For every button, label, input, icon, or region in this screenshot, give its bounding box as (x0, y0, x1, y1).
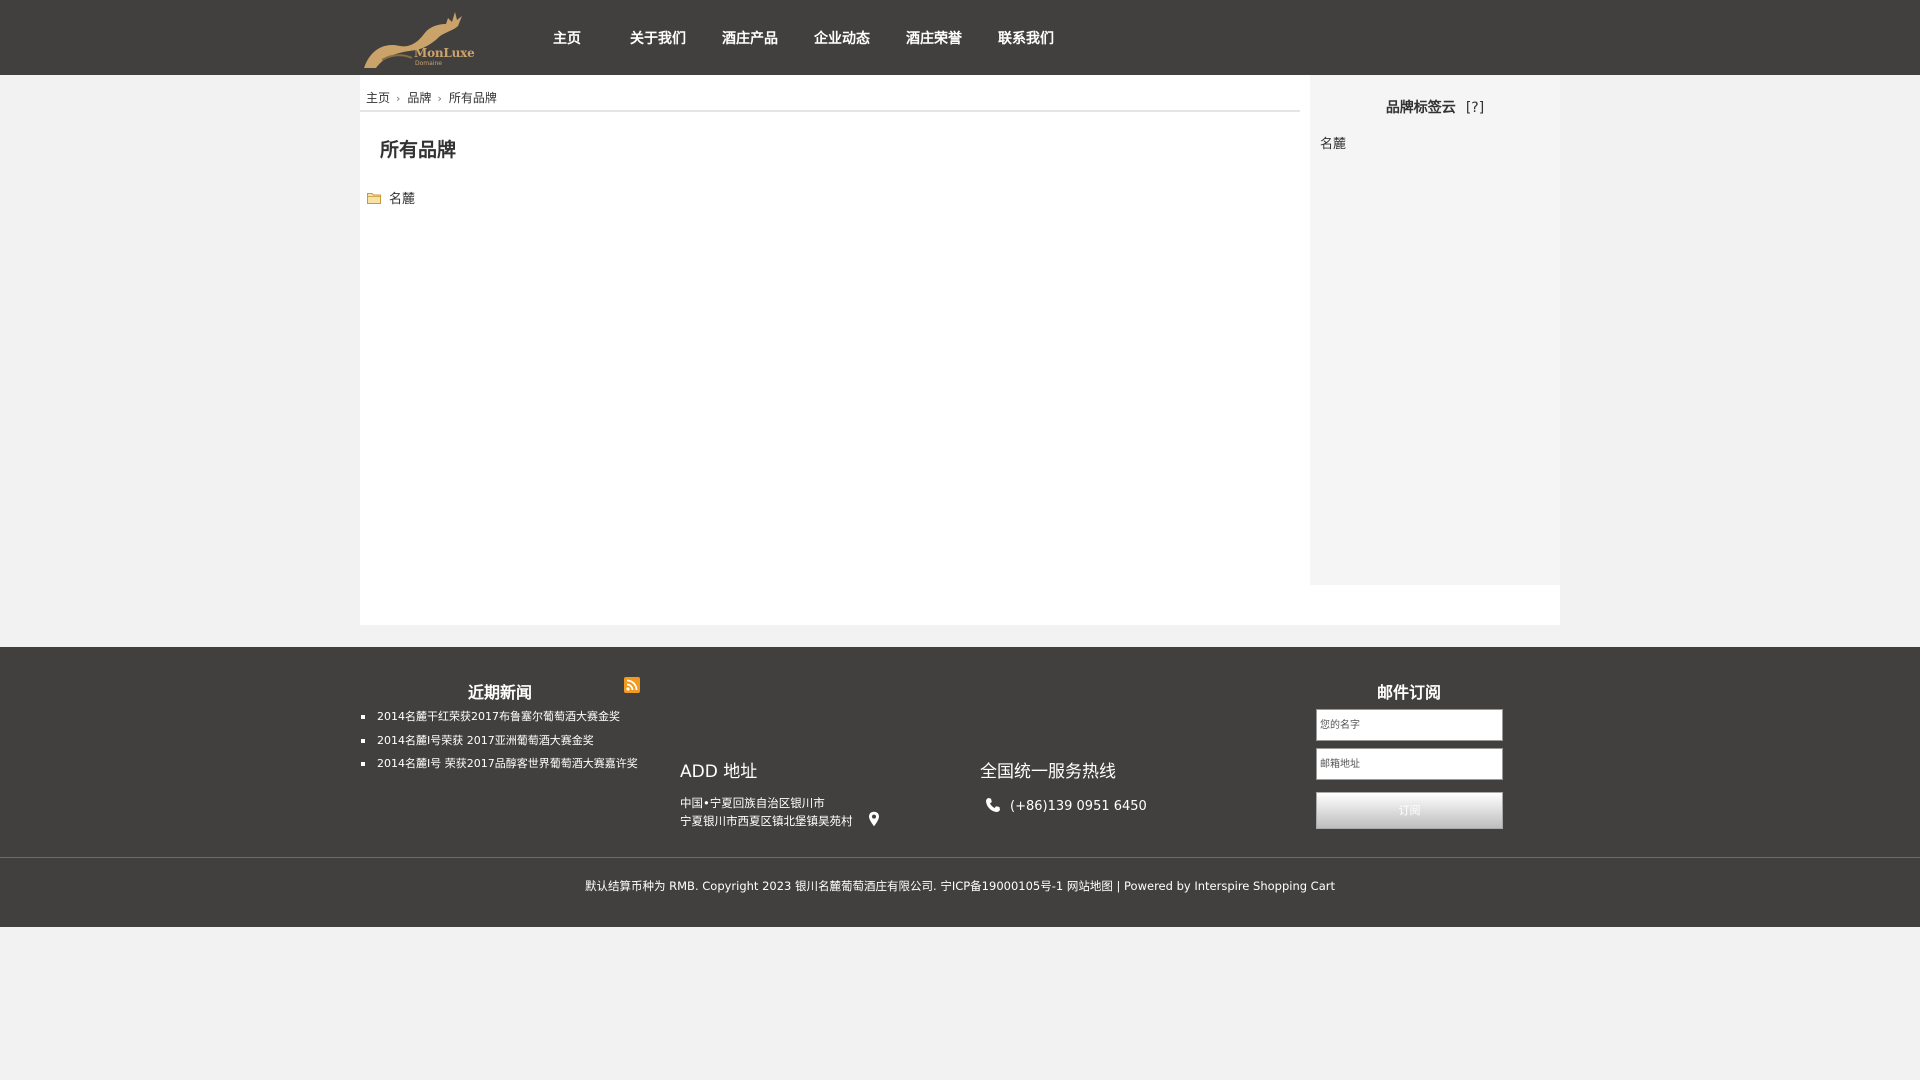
news-title: 近期新闻 (468, 683, 533, 702)
site-logo[interactable]: MonLuxe Domaine (362, 10, 475, 68)
tag-cloud-item[interactable]: 名麓 (1320, 137, 1346, 152)
logo-name: MonLuxe (414, 46, 475, 60)
nav-item-news[interactable]: 企业动态 (814, 28, 870, 48)
nav-item-home[interactable]: 主页 (553, 28, 581, 48)
sidebar-title: 品牌标签云 [?] (1310, 97, 1560, 117)
nav-item-honors[interactable]: 酒庄荣誉 (906, 28, 962, 48)
breadcrumb-current: 所有品牌 (448, 91, 497, 105)
help-link[interactable]: [?] (1466, 100, 1484, 116)
address-title: ADD 地址 (680, 762, 758, 782)
address-line-1: 中国•宁夏回族自治区银川市 (680, 796, 825, 810)
nav-item-about[interactable]: 关于我们 (630, 28, 686, 48)
brand-item[interactable]: 名麓 (367, 188, 415, 207)
breadcrumb-divider (360, 110, 1300, 112)
powered-separator: | (1112, 879, 1125, 893)
breadcrumb-home[interactable]: 主页 (366, 91, 390, 105)
news-list: 2014名麓干红荣获2017布鲁塞尔葡萄酒大赛金奖 2014名麓I号荣获 201… (360, 710, 680, 781)
phone-icon (986, 798, 1000, 812)
hotline-title: 全国统一服务热线 (980, 762, 1116, 782)
subscribe-title: 邮件订阅 (1376, 683, 1441, 702)
breadcrumb-separator-icon: › (437, 92, 442, 105)
news-item[interactable]: 2014名麓I号 荣获2017品醇客世界葡萄酒大赛嘉许奖 (360, 757, 680, 781)
sitemap-link[interactable]: 网站地图 (1067, 879, 1113, 893)
tag-cloud: 名麓 (1320, 133, 1346, 152)
news-item[interactable]: 2014名麓I号荣获 2017亚洲葡萄酒大赛金奖 (360, 734, 680, 758)
content-area: 主页 › 品牌 › 所有品牌 所有品牌 名麓 (360, 75, 1300, 625)
breadcrumb: 主页 › 品牌 › 所有品牌 (366, 89, 497, 106)
nav-item-products[interactable]: 酒庄产品 (722, 28, 778, 48)
brand-list: 名麓 (367, 188, 415, 207)
main-panel: 主页 › 品牌 › 所有品牌 所有品牌 名麓 品牌标签云 [?] 名麓 (360, 75, 1560, 625)
subscribe-name-input[interactable] (1316, 709, 1503, 741)
nav-item-contact[interactable]: 联系我们 (998, 28, 1054, 48)
map-pin-icon[interactable] (868, 811, 880, 827)
site-header: MonLuxe Domaine 主页 关于我们 酒庄产品 企业动态 酒庄荣誉 联… (0, 0, 1920, 75)
page-title: 所有品牌 (380, 139, 457, 161)
copyright-text: 默认结算币种为 RMB. Copyright 2023 银川名麓葡萄酒庄有限公司… (584, 879, 1067, 893)
footer-divider (0, 857, 1920, 858)
site-footer: 近期新闻 2014名麓干红荣获2017布鲁塞尔葡萄酒大赛金奖 2014名麓I号荣… (0, 647, 1920, 927)
phone-number[interactable]: (+86)139 0951 6450 (1010, 799, 1147, 814)
copyright-bar: 默认结算币种为 RMB. Copyright 2023 银川名麓葡萄酒庄有限公司… (0, 878, 1920, 894)
subscribe-email-input[interactable] (1316, 748, 1503, 780)
breadcrumb-brands[interactable]: 品牌 (407, 91, 431, 105)
rss-icon[interactable] (624, 677, 640, 693)
folder-icon (367, 192, 381, 204)
powered-by-link[interactable]: Powered by Interspire Shopping Cart (1124, 879, 1335, 893)
subscribe-button[interactable]: 订阅 (1316, 792, 1503, 829)
sidebar-title-label: 品牌标签云 (1385, 100, 1456, 116)
news-item[interactable]: 2014名麓干红荣获2017布鲁塞尔葡萄酒大赛金奖 (360, 710, 680, 734)
address-line-2: 宁夏银川市西夏区镇北堡镇昊苑村 (680, 814, 853, 828)
breadcrumb-separator-icon: › (396, 92, 401, 105)
brand-item-label: 名麓 (389, 192, 416, 207)
sidebar-brand-cloud: 品牌标签云 [?] 名麓 (1310, 75, 1560, 585)
logo-subtitle: Domaine (415, 60, 442, 67)
